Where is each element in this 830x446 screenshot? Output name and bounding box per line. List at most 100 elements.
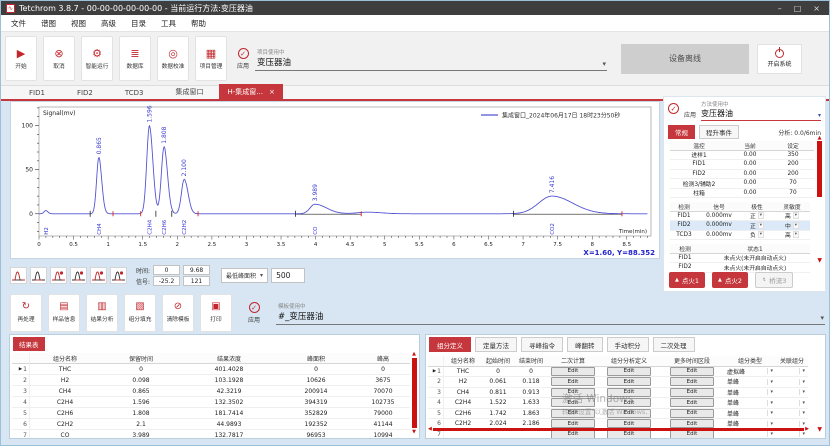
chevron-down-icon[interactable]: ▾: [799, 431, 805, 437]
method-tab[interactable]: 程升事件: [699, 125, 739, 139]
ignite-1-button[interactable]: ▲点火1: [669, 272, 705, 288]
apply-template-button[interactable]: ✓ 应用: [248, 302, 260, 324]
chevron-down-icon[interactable]: ▾: [758, 222, 764, 229]
cell[interactable]: 单峰▾: [724, 398, 776, 409]
peak-tangent-tool[interactable]: [70, 267, 87, 284]
result-analysis-button[interactable]: ▥结果分析: [86, 294, 118, 332]
method-tab[interactable]: 常规: [668, 125, 695, 139]
peak-split-tool[interactable]: [30, 267, 47, 284]
menu-item[interactable]: 目录: [131, 18, 146, 29]
edit-button[interactable]: Edit: [670, 367, 714, 376]
definition-tab[interactable]: 定量方法: [475, 337, 517, 352]
cell[interactable]: ▾: [776, 409, 808, 420]
cell[interactable]: Edit: [660, 398, 724, 409]
cell[interactable]: Edit: [660, 409, 724, 420]
cell[interactable]: 高▾: [774, 231, 810, 241]
min-peak-area-input[interactable]: [271, 268, 305, 283]
device-offline-button[interactable]: 设备离线: [621, 44, 749, 74]
edit-button[interactable]: Edit: [551, 398, 595, 407]
cell[interactable]: Edit: [598, 377, 660, 388]
scroll-right-icon[interactable]: ▶: [805, 426, 809, 432]
cell[interactable]: Edit: [598, 367, 660, 378]
menu-item[interactable]: 工具: [161, 18, 176, 29]
cell[interactable]: Edit: [548, 367, 598, 378]
edit-button[interactable]: Edit: [670, 409, 714, 418]
menu-item[interactable]: 帮助: [191, 18, 206, 29]
edit-button[interactable]: Edit: [551, 367, 595, 376]
results-table-tab[interactable]: 结果表: [13, 337, 45, 351]
tab-fid2[interactable]: FID2: [61, 87, 109, 99]
peak-baseline-tool[interactable]: [10, 267, 27, 284]
tab-active[interactable]: H-集成窗...×: [219, 84, 282, 99]
menu-item[interactable]: 文件: [11, 18, 26, 29]
time-min-input[interactable]: [153, 265, 180, 275]
sample-info-button[interactable]: ▤样品信息: [48, 294, 80, 332]
chevron-down-icon[interactable]: ▾: [767, 389, 773, 395]
cell[interactable]: Edit: [548, 409, 598, 420]
cell[interactable]: ▾: [776, 398, 808, 409]
chevron-down-icon[interactable]: ▾: [767, 379, 773, 385]
database-button[interactable]: ≣数据库: [119, 36, 151, 81]
cancel-button[interactable]: ⊗取消: [43, 36, 75, 81]
results-scrollbar[interactable]: ▲ ▼: [410, 351, 418, 435]
start-button[interactable]: ▶开始: [5, 36, 37, 81]
definition-tab[interactable]: 组分定义: [429, 337, 471, 352]
scroll-left-icon[interactable]: ◀: [428, 426, 432, 432]
method-select[interactable]: 方法使用中 变压器油 ▾: [701, 100, 821, 121]
scroll-down-icon[interactable]: ▼: [817, 426, 822, 433]
smart-run-button[interactable]: ⚙智能运行: [81, 36, 113, 81]
edit-button[interactable]: Edit: [607, 409, 651, 418]
menu-item[interactable]: 高级: [101, 18, 116, 29]
edit-button[interactable]: Edit: [607, 377, 651, 386]
cell[interactable]: Edit: [660, 388, 724, 399]
minimize-icon[interactable]: –: [778, 4, 782, 13]
menu-item[interactable]: 视图: [71, 18, 86, 29]
peak-delete-tool[interactable]: [110, 267, 127, 284]
apply-project-button[interactable]: ✓ 应用: [237, 48, 249, 70]
edit-button[interactable]: Edit: [551, 409, 595, 418]
cell[interactable]: ▾: [776, 377, 808, 388]
cell[interactable]: 正▾: [740, 221, 774, 231]
cell[interactable]: ▾: [776, 388, 808, 399]
tab-fid1[interactable]: FID1: [13, 87, 61, 99]
scroll-up-icon[interactable]: ▲: [412, 351, 416, 357]
edit-button[interactable]: Edit: [607, 398, 651, 407]
cell[interactable]: 正▾: [740, 212, 774, 222]
tab-tcd3[interactable]: TCD3: [109, 87, 160, 99]
edit-button[interactable]: Edit: [607, 388, 651, 397]
bridge-current-button[interactable]: ↯桥流3: [755, 272, 793, 288]
project-select[interactable]: 项目使用中 变压器油 ▾: [255, 47, 607, 71]
method-scrollbar[interactable]: ▲: [816, 135, 823, 197]
chevron-down-icon[interactable]: ▾: [799, 379, 805, 385]
cell[interactable]: 单峰▾: [724, 409, 776, 420]
chevron-down-icon[interactable]: ▾: [799, 389, 805, 395]
min-peak-area-select[interactable]: 最低峰面积 ▾: [221, 268, 268, 283]
chevron-down-icon[interactable]: ▾: [758, 231, 764, 238]
chevron-down-icon[interactable]: ▾: [758, 212, 764, 219]
tab-集成窗口[interactable]: 集成窗口: [159, 85, 219, 99]
ignite-2-button[interactable]: ▲点火2: [712, 272, 748, 288]
power-system-button[interactable]: 开启系统: [757, 44, 802, 74]
chevron-down-icon[interactable]: ▾: [799, 410, 805, 416]
peak-merge-tool[interactable]: [50, 267, 67, 284]
cell[interactable]: Edit: [548, 377, 598, 388]
scrollbar-thumb[interactable]: [817, 141, 822, 197]
chevron-down-icon[interactable]: ▾: [793, 212, 799, 219]
scroll-down-icon[interactable]: ▼: [817, 257, 822, 264]
horizontal-scrollbar[interactable]: ◀ ▶: [428, 426, 809, 432]
data-calibration-button[interactable]: ◎数据校准: [157, 36, 189, 81]
chevron-down-icon[interactable]: ▾: [799, 368, 805, 374]
menu-item[interactable]: 谱图: [41, 18, 56, 29]
chevron-down-icon[interactable]: ▾: [793, 222, 799, 229]
cell[interactable]: 单峰▾: [724, 388, 776, 399]
chevron-down-icon[interactable]: ▾: [799, 400, 805, 406]
chevron-down-icon[interactable]: ▾: [767, 368, 773, 374]
cell[interactable]: Edit: [660, 367, 724, 378]
time-max-input[interactable]: [183, 265, 210, 275]
definition-tab[interactable]: 寻峰指令: [521, 337, 563, 352]
chromatogram-svg[interactable]: Signal(mv)05010000.511.522.533.544.555.5…: [11, 102, 659, 258]
cell[interactable]: Edit: [660, 377, 724, 388]
cell[interactable]: 中▾: [774, 221, 810, 231]
cell[interactable]: Edit: [598, 398, 660, 409]
cell[interactable]: Edit: [548, 398, 598, 409]
